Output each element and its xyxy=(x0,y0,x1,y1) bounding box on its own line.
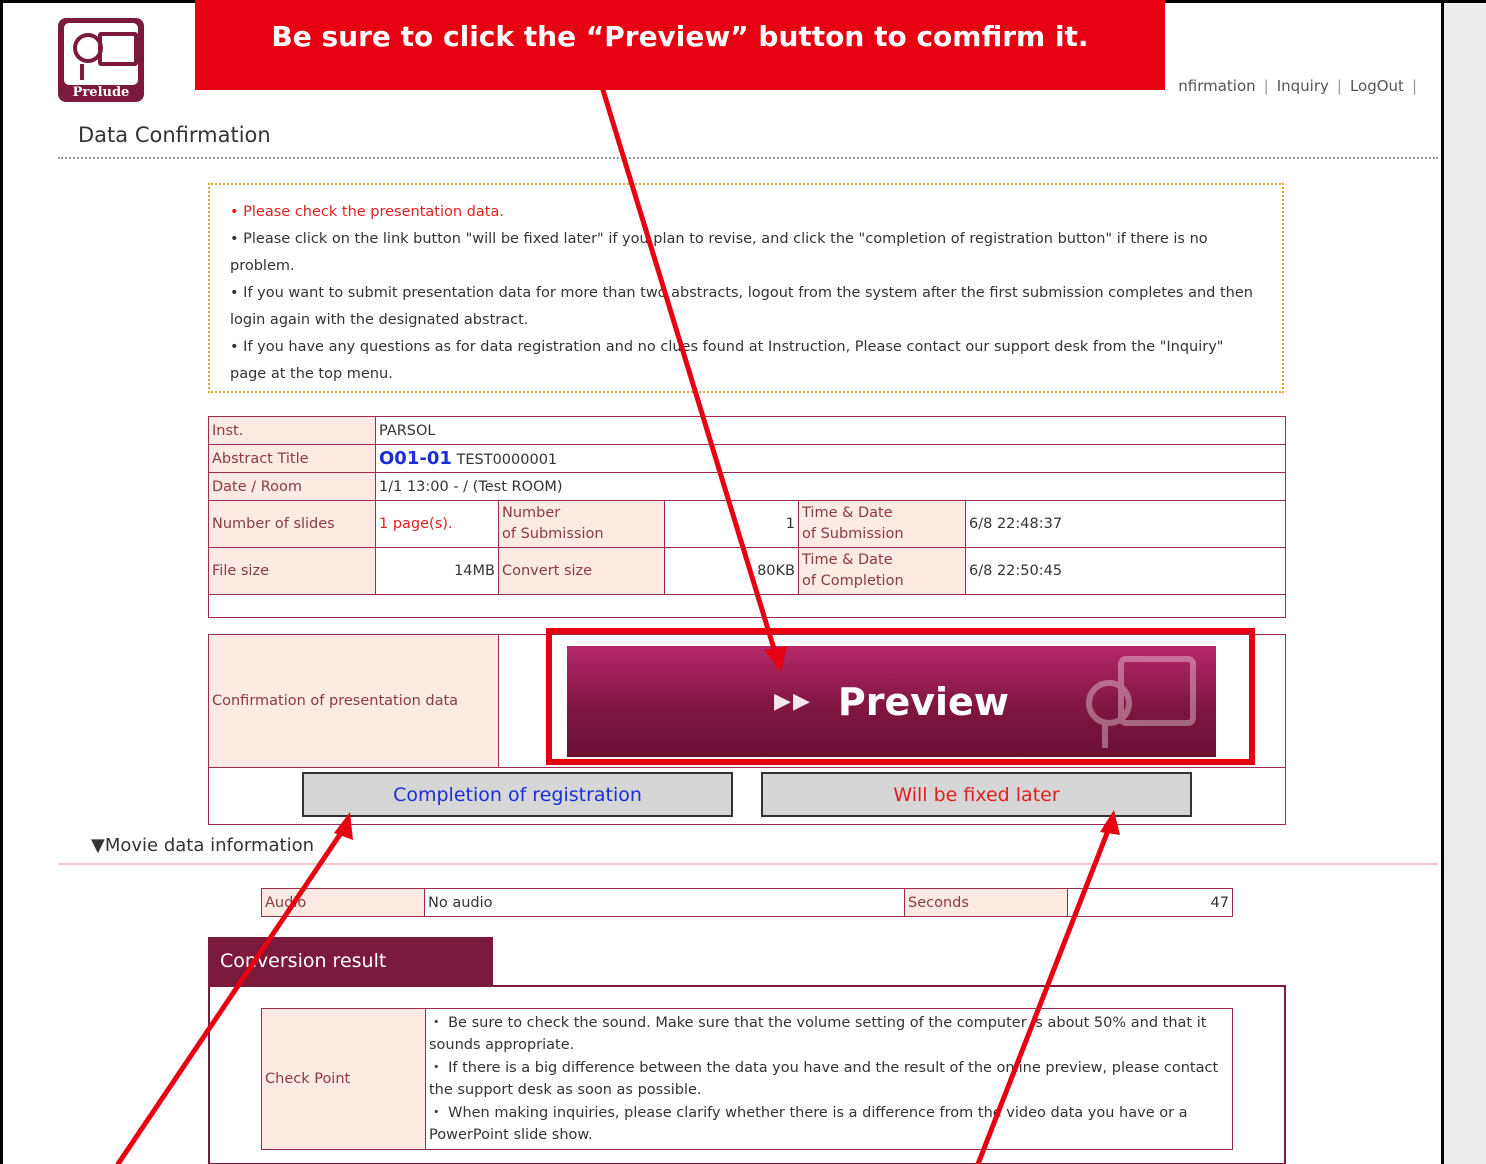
arrowhead-preview xyxy=(764,646,787,672)
arrowhead-fix-later xyxy=(1100,810,1120,835)
arrow-to-completion xyxy=(115,827,346,1164)
annotation-arrows xyxy=(115,87,1120,1164)
arrow-to-fix-later xyxy=(975,825,1112,1164)
arrow-to-preview xyxy=(600,87,778,655)
